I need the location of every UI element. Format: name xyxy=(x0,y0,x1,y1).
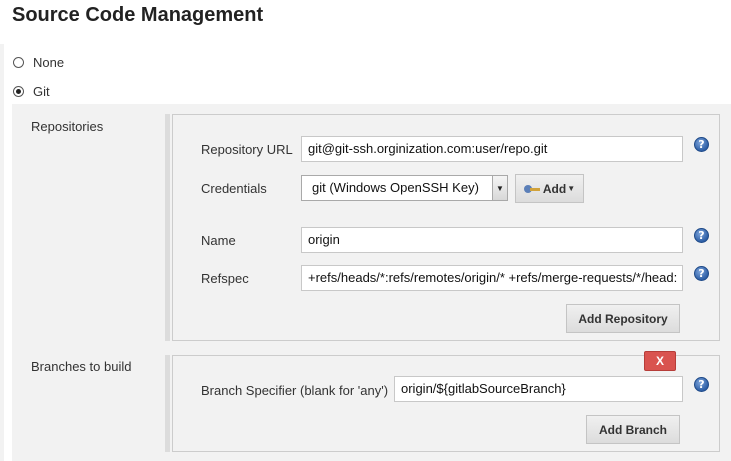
branches-bar xyxy=(165,355,170,452)
add-credentials-label: Add xyxy=(542,181,567,196)
branch-specifier-input[interactable]: origin/${gitlabSourceBranch} xyxy=(394,376,683,402)
refspec-input[interactable]: +refs/heads/*:refs/remotes/origin/* +ref… xyxy=(301,265,683,291)
branch-specifier-label: Branch Specifier (blank for 'any') xyxy=(201,383,389,398)
add-repository-button[interactable]: Add Repository xyxy=(566,304,680,333)
name-label: Name xyxy=(201,233,236,248)
branches-label: Branches to build xyxy=(31,359,132,374)
help-icon[interactable]: ? xyxy=(694,228,709,243)
repositories-bar xyxy=(165,114,170,341)
scm-option-label: None xyxy=(33,54,65,70)
caret-down-icon: ▼ xyxy=(567,184,576,193)
name-input[interactable]: origin xyxy=(301,227,683,253)
credentials-select[interactable]: git (Windows OpenSSH Key) ▼ xyxy=(301,175,508,201)
key-icon xyxy=(523,184,540,193)
scm-option-git[interactable]: Git xyxy=(13,82,50,100)
help-icon[interactable]: ? xyxy=(694,137,709,152)
section-title: Source Code Management xyxy=(12,4,264,26)
delete-branch-button[interactable]: X xyxy=(644,351,676,371)
credentials-selected-value: git (Windows OpenSSH Key) xyxy=(312,180,479,195)
credentials-label: Credentials xyxy=(201,181,267,196)
refspec-label: Refspec xyxy=(201,271,249,286)
radio-icon[interactable] xyxy=(13,85,24,97)
radio-icon[interactable] xyxy=(13,56,24,68)
repositories-label: Repositories xyxy=(31,119,104,134)
left-rule xyxy=(0,44,4,461)
repository-url-input[interactable]: git@git-ssh.orginization.com:user/repo.g… xyxy=(301,136,683,162)
scm-option-none[interactable]: None xyxy=(13,53,64,71)
help-icon[interactable]: ? xyxy=(694,377,709,392)
add-branch-button[interactable]: Add Branch xyxy=(586,415,680,444)
add-credentials-button[interactable]: Add ▼ xyxy=(515,174,584,203)
chevron-down-icon[interactable]: ▼ xyxy=(492,176,507,200)
help-icon[interactable]: ? xyxy=(694,266,709,281)
scm-option-label: Git xyxy=(33,83,50,99)
repository-url-label: Repository URL xyxy=(201,142,293,157)
